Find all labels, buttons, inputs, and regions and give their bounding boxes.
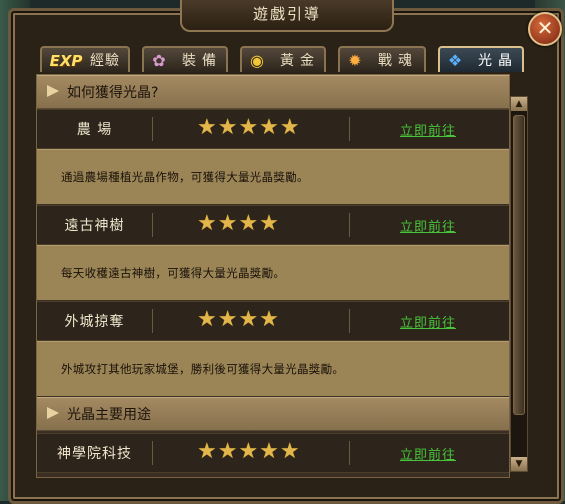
exp-icon: EXP [49,52,83,70]
close-button[interactable]: ✕ [528,12,562,46]
description-text: 通過農場種植光晶作物，可獲得大量光晶獎勵。 [61,170,309,184]
tab-label: 戰魂 [378,53,418,69]
tab-label: 經驗 [90,53,120,69]
go-now-link[interactable]: 立即前往 [400,216,456,235]
tab-label: 黃金 [280,53,320,69]
scroll-up-button[interactable]: ▲ [511,97,527,111]
list-item-outer-city-plunder: 外城掠奪 ★★★★ 立即前往 [37,301,509,341]
section-header-main-uses: 光晶主要用途 [37,397,509,431]
divider [349,309,350,333]
go-now-link[interactable]: 立即前往 [400,120,456,139]
go-now-link[interactable]: 立即前往 [400,444,456,463]
equipment-icon: ✿ [152,51,166,70]
item-description: 通過農場種植光晶作物，可獲得大量光晶獎勵。 [37,149,509,204]
arrow-right-icon [47,407,59,419]
tab-label: 光晶 [478,53,518,69]
item-description: 每天收穫遠古神樹，可獲得大量光晶獎勵。 [37,245,509,300]
tab-label: 裝備 [182,53,222,69]
war-soul-icon: ✹ [348,51,362,70]
item-name: 外城掠奪 [64,314,125,330]
list-item-academy-tech: 神學院科技 ★★★★★ 立即前往 [37,433,509,473]
divider [349,213,350,237]
item-name: 農 場 [76,122,113,138]
tab-bar: EXP 經驗 ✿ 裝備 ◉ 黃金 ✹ 戰魂 ❖ 光晶 [40,46,525,74]
item-name: 遠古神樹 [64,218,125,234]
section-header-how-to-get: 如何獲得光晶? [37,75,509,109]
gold-coin-icon: ◉ [250,51,264,70]
divider [349,441,350,465]
item-description: 外城攻打其他玩家城堡，勝利後可獲得大量光晶獎勵。 [37,341,509,396]
scroll-down-button[interactable]: ▼ [511,457,527,471]
scroll-thumb[interactable] [513,115,525,415]
tab-equipment[interactable]: ✿ 裝備 [142,46,228,72]
divider [152,213,153,237]
tab-crystal[interactable]: ❖ 光晶 [438,46,524,72]
description-text: 外城攻打其他玩家城堡，勝利後可獲得大量光晶獎勵。 [61,362,345,376]
arrow-right-icon [47,85,59,97]
go-now-link[interactable]: 立即前往 [400,312,456,331]
section-title: 如何獲得光晶? [67,85,159,101]
divider [152,309,153,333]
star-rating: ★★★★★ [197,439,301,464]
crystal-icon: ❖ [447,51,463,70]
list-item-ancient-tree: 遠古神樹 ★★★★ 立即前往 [37,205,509,245]
description-text: 每天收穫遠古神樹，可獲得大量光晶獎勵。 [61,266,286,280]
item-name: 神學院科技 [57,446,132,462]
section-title: 光晶主要用途 [67,407,151,423]
star-rating: ★★★★ [197,307,280,332]
divider [349,117,350,141]
star-rating: ★★★★ [197,211,280,236]
window-title: 遊戲引導 [180,0,394,32]
list-item-farm: 農 場 ★★★★★ 立即前往 [37,109,509,149]
guide-list: 如何獲得光晶? 農 場 ★★★★★ 立即前往 通過農場種植光晶作物，可獲得大量光… [36,74,510,478]
tab-war-soul[interactable]: ✹ 戰魂 [338,46,426,72]
divider [152,117,153,141]
tab-exp[interactable]: EXP 經驗 [40,46,130,72]
divider [152,441,153,465]
tab-gold[interactable]: ◉ 黃金 [240,46,326,72]
star-rating: ★★★★★ [197,115,301,140]
scrollbar[interactable]: ▲ ▼ [510,96,528,472]
